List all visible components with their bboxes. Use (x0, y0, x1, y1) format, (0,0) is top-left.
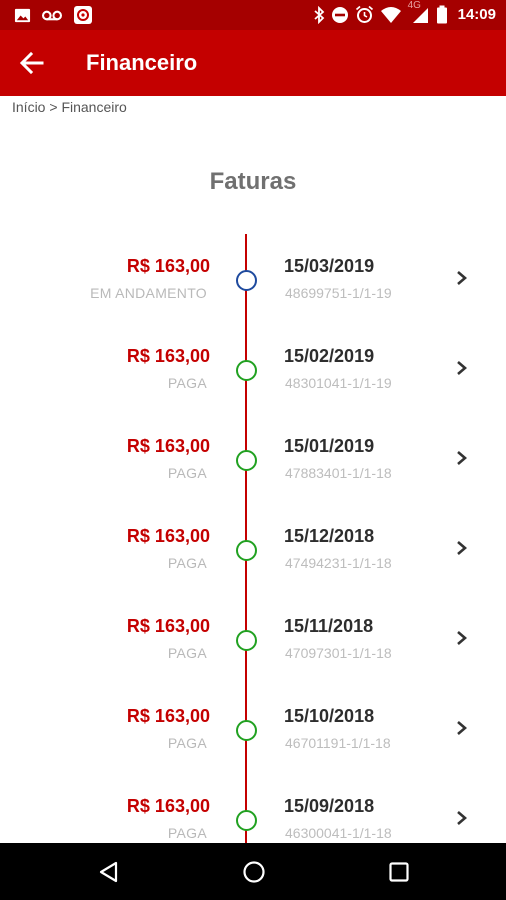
timeline-dot-paid (236, 810, 257, 831)
invoice-code: 48699751-1/1-19 (285, 285, 392, 301)
invoice-item[interactable]: R$ 163,00 EM ANDAMENTO 15/03/2019 486997… (0, 256, 506, 346)
arrow-left-icon[interactable] (16, 47, 48, 79)
invoice-amount: R$ 163,00 (126, 436, 210, 456)
app-bar: Financeiro (0, 30, 506, 96)
clock-time: 14:09 (457, 6, 496, 23)
invoice-amount: R$ 163,00 (126, 616, 210, 636)
chevron-right-icon[interactable] (455, 718, 469, 738)
invoice-status: EM ANDAMENTO (90, 285, 207, 301)
chevron-right-icon[interactable] (455, 538, 469, 558)
invoice-due-date: 15/11/2018 (284, 616, 374, 636)
invoice-amount: R$ 163,00 (126, 706, 210, 726)
invoice-amount: R$ 163,00 (126, 526, 210, 546)
invoice-status: PAGA (167, 555, 207, 571)
invoice-status: PAGA (167, 375, 207, 391)
invoice-due-date: 15/09/2018 (284, 796, 375, 816)
invoice-amount: R$ 163,00 (126, 256, 210, 276)
invoice-code: 46300041-1/1-18 (285, 825, 392, 841)
invoice-code: 48301041-1/1-19 (285, 375, 392, 391)
invoice-item[interactable]: R$ 163,00 PAGA 15/10/2018 46701191-1/1-1… (0, 706, 506, 796)
app-bar-title: Financeiro (86, 50, 198, 75)
chevron-right-icon[interactable] (455, 268, 469, 288)
signal-icon: 4G (408, 0, 430, 24)
invoice-item[interactable]: R$ 163,00 PAGA 15/01/2019 47883401-1/1-1… (0, 436, 506, 526)
bluetooth-icon (314, 5, 324, 24)
timeline-dot-paid (236, 360, 257, 381)
chevron-right-icon[interactable] (455, 808, 469, 828)
chevron-right-icon[interactable] (455, 448, 469, 468)
back-triangle-icon[interactable] (97, 860, 121, 884)
invoice-status: PAGA (167, 735, 207, 751)
voicemail-icon (41, 10, 63, 20)
invoice-status: PAGA (167, 465, 207, 481)
invoice-due-date: 15/12/2018 (284, 526, 375, 546)
system-nav-bar (0, 843, 506, 900)
invoice-amount: R$ 163,00 (126, 796, 210, 816)
timeline-dot-paid (236, 450, 257, 471)
invoice-due-date: 15/02/2019 (284, 346, 375, 366)
invoice-status: PAGA (167, 645, 207, 661)
image-icon (14, 8, 31, 22)
timeline-dot-pending (236, 270, 257, 291)
invoice-item[interactable]: R$ 163,00 PAGA 15/11/2018 47097301-1/1-1… (0, 616, 506, 706)
breadcrumb: Início > Financeiro (12, 99, 127, 115)
breadcrumb-home-link[interactable]: Início (12, 99, 45, 115)
timeline-dot-paid (236, 720, 257, 741)
home-circle-icon[interactable] (242, 860, 266, 884)
invoice-code: 46701191-1/1-18 (285, 735, 391, 751)
breadcrumb-separator: > (49, 99, 58, 115)
alarm-icon (355, 5, 373, 23)
invoice-code: 47097301-1/1-18 (285, 645, 392, 661)
app-notification-icon (74, 6, 92, 24)
chevron-right-icon[interactable] (455, 628, 469, 648)
invoice-status: PAGA (167, 825, 207, 841)
timeline-dot-paid (236, 540, 257, 561)
page-title: Faturas (209, 168, 297, 195)
invoice-due-date: 15/10/2018 (284, 706, 375, 726)
chevron-right-icon[interactable] (455, 358, 469, 378)
invoice-code: 47494231-1/1-18 (285, 555, 392, 571)
do-not-disturb-icon (331, 6, 348, 23)
timeline-dot-paid (236, 630, 257, 651)
wifi-icon (380, 6, 401, 23)
invoice-due-date: 15/01/2019 (284, 436, 375, 456)
recents-square-icon[interactable] (387, 860, 411, 884)
status-bar: 4G 14:09 (0, 0, 506, 30)
battery-icon (436, 5, 447, 24)
invoice-due-date: 15/03/2019 (284, 256, 375, 276)
invoice-item[interactable]: R$ 163,00 PAGA 15/02/2019 48301041-1/1-1… (0, 346, 506, 436)
invoice-item[interactable]: R$ 163,00 PAGA 15/12/2018 47494231-1/1-1… (0, 526, 506, 616)
invoice-code: 47883401-1/1-18 (285, 465, 392, 481)
breadcrumb-current: Financeiro (61, 99, 127, 115)
invoice-amount: R$ 163,00 (126, 346, 210, 366)
